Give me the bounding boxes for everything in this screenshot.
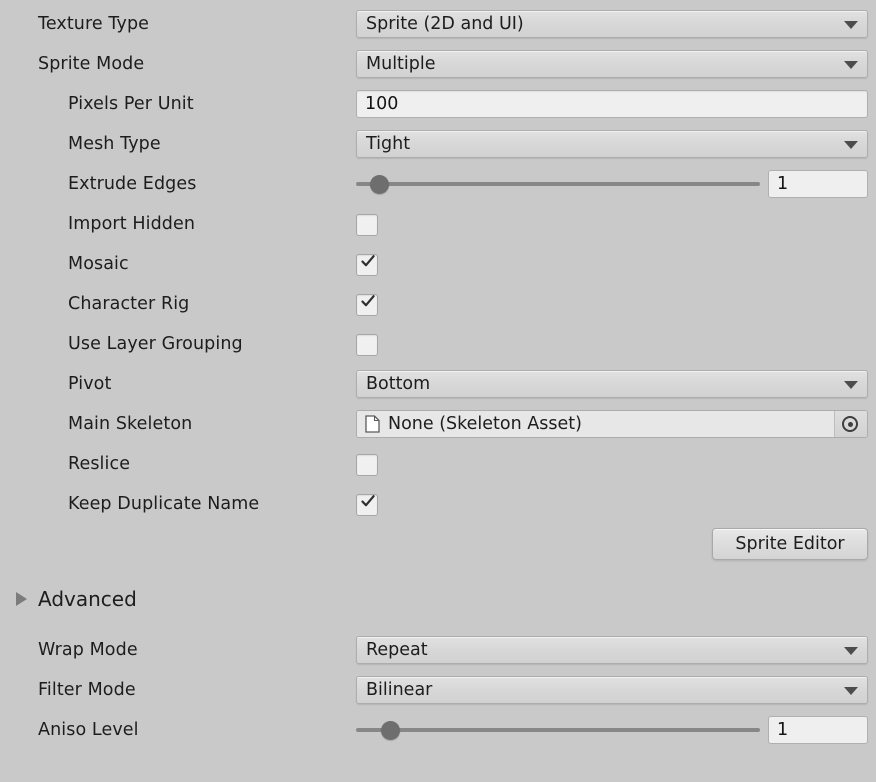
label-keep-duplicate-name: Keep Duplicate Name (68, 484, 259, 524)
row-aniso-level: Aniso Level 1 (0, 710, 876, 750)
texture-importer-inspector-panel: Texture Type Sprite (2D and UI) Sprite M… (0, 0, 876, 782)
chevron-down-icon (844, 647, 858, 655)
label-mesh-type: Mesh Type (68, 124, 161, 164)
slider-extrude-edges-track[interactable] (356, 182, 760, 186)
row-filter-mode: Filter Mode Bilinear (0, 670, 876, 710)
checkmark-icon (360, 293, 376, 309)
slider-aniso-level-knob[interactable] (381, 721, 400, 740)
row-sprite-mode: Sprite Mode Multiple (0, 44, 876, 84)
foldout-advanced-label: Advanced (38, 583, 137, 615)
label-texture-type: Texture Type (38, 4, 149, 44)
dropdown-texture-type[interactable]: Sprite (2D and UI) (356, 10, 868, 38)
objectfield-main-skeleton[interactable]: None (Skeleton Asset) (356, 410, 868, 438)
slider-extrude-edges-knob[interactable] (370, 175, 389, 194)
label-reslice: Reslice (68, 444, 130, 484)
row-import-hidden: Import Hidden (0, 204, 876, 244)
chevron-down-icon (844, 21, 858, 29)
input-extrude-edges-number: 1 (777, 171, 788, 197)
label-main-skeleton: Main Skeleton (68, 404, 192, 444)
row-mesh-type: Mesh Type Tight (0, 124, 876, 164)
label-import-hidden: Import Hidden (68, 204, 195, 244)
row-character-rig: Character Rig (0, 284, 876, 324)
input-pixels-per-unit-value: 100 (365, 91, 398, 117)
objectfield-main-skeleton-picker[interactable] (834, 411, 867, 437)
label-extrude-edges: Extrude Edges (68, 164, 196, 204)
dropdown-filter-mode-value: Bilinear (366, 677, 432, 703)
row-texture-type: Texture Type Sprite (2D and UI) (0, 4, 876, 44)
foldout-advanced[interactable]: Advanced (0, 583, 876, 615)
row-use-layer-grouping: Use Layer Grouping (0, 324, 876, 364)
label-mosaic: Mosaic (68, 244, 129, 284)
input-extrude-edges-value[interactable]: 1 (768, 170, 868, 198)
chevron-down-icon (844, 61, 858, 69)
row-pixels-per-unit: Pixels Per Unit 100 (0, 84, 876, 124)
row-extrude-edges: Extrude Edges 1 (0, 164, 876, 204)
dropdown-mesh-type-value: Tight (366, 131, 410, 157)
dropdown-pivot-value: Bottom (366, 371, 430, 397)
label-wrap-mode: Wrap Mode (38, 630, 138, 670)
chevron-down-icon (844, 141, 858, 149)
objectfield-main-skeleton-value: None (Skeleton Asset) (388, 411, 582, 437)
dropdown-filter-mode[interactable]: Bilinear (356, 676, 868, 704)
slider-aniso-level-track[interactable] (356, 728, 760, 732)
row-wrap-mode: Wrap Mode Repeat (0, 630, 876, 670)
checkmark-icon (360, 253, 376, 269)
input-pixels-per-unit[interactable]: 100 (356, 90, 868, 118)
row-mosaic: Mosaic (0, 244, 876, 284)
target-dot-icon (842, 416, 858, 432)
dropdown-mesh-type[interactable]: Tight (356, 130, 868, 158)
input-aniso-level-number: 1 (777, 717, 788, 743)
document-icon (365, 415, 380, 433)
row-keep-duplicate-name: Keep Duplicate Name (0, 484, 876, 524)
label-filter-mode: Filter Mode (38, 670, 136, 710)
row-main-skeleton: Main Skeleton None (Skeleton Asset) (0, 404, 876, 444)
chevron-down-icon (844, 381, 858, 389)
row-reslice: Reslice (0, 444, 876, 484)
triangle-right-icon[interactable] (16, 592, 27, 606)
slider-aniso-level[interactable] (356, 716, 760, 744)
label-character-rig: Character Rig (68, 284, 189, 324)
label-pivot: Pivot (68, 364, 111, 404)
label-use-layer-grouping: Use Layer Grouping (68, 324, 243, 364)
checkmark-icon (360, 493, 376, 509)
checkbox-use-layer-grouping[interactable] (356, 334, 378, 356)
dropdown-sprite-mode-value: Multiple (366, 51, 436, 77)
label-sprite-mode: Sprite Mode (38, 44, 144, 84)
checkbox-reslice[interactable] (356, 454, 378, 476)
chevron-down-icon (844, 687, 858, 695)
sprite-editor-button[interactable]: Sprite Editor (712, 528, 868, 560)
checkbox-mosaic[interactable] (356, 254, 378, 276)
dropdown-sprite-mode[interactable]: Multiple (356, 50, 868, 78)
label-aniso-level: Aniso Level (38, 710, 139, 750)
row-pivot: Pivot Bottom (0, 364, 876, 404)
label-pixels-per-unit: Pixels Per Unit (68, 84, 194, 124)
dropdown-pivot[interactable]: Bottom (356, 370, 868, 398)
checkbox-import-hidden[interactable] (356, 214, 378, 236)
dropdown-texture-type-value: Sprite (2D and UI) (366, 11, 524, 37)
slider-extrude-edges[interactable] (356, 170, 760, 198)
objectfield-main-skeleton-body[interactable]: None (Skeleton Asset) (357, 411, 835, 437)
checkbox-character-rig[interactable] (356, 294, 378, 316)
dropdown-wrap-mode[interactable]: Repeat (356, 636, 868, 664)
dropdown-wrap-mode-value: Repeat (366, 637, 428, 663)
checkbox-keep-duplicate-name[interactable] (356, 494, 378, 516)
input-aniso-level-value[interactable]: 1 (768, 716, 868, 744)
